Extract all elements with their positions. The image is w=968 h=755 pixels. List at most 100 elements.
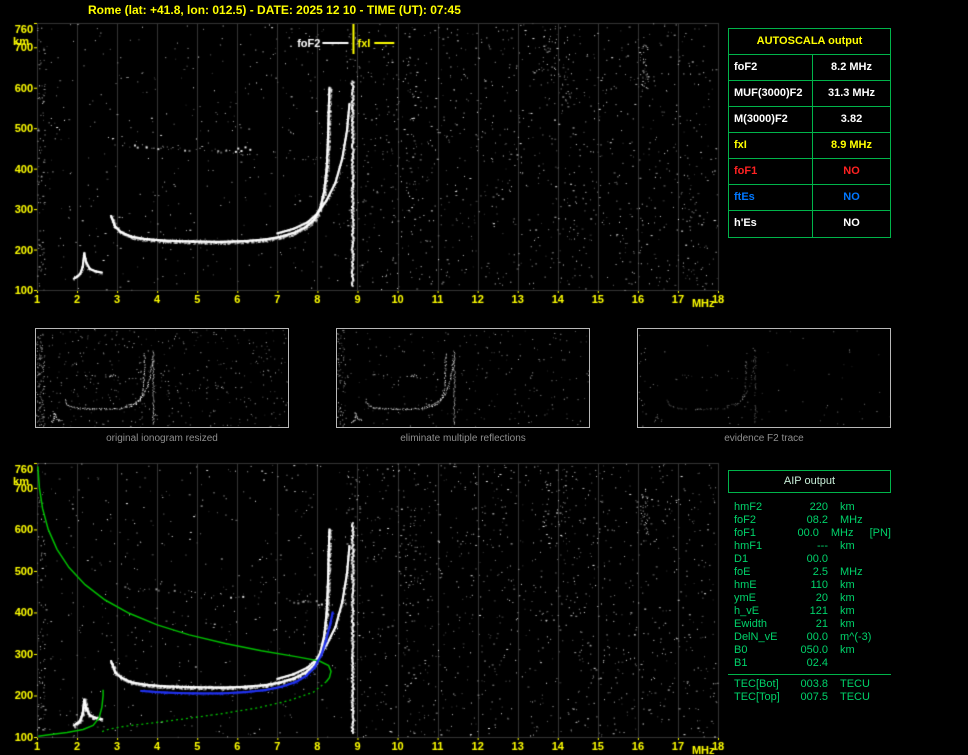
- aip-unit: MHz: [840, 566, 863, 578]
- parameter-value: NO: [843, 165, 860, 177]
- autoscala-output-table: AUTOSCALA output foF2 8.2 MHz MUF(3000)F2 3…: [728, 28, 891, 238]
- autoscala-rows: foF2 8.2 MHz MUF(3000)F2 31.3 MHz M(3000)F2 3…: [729, 55, 890, 237]
- autoscala-row: fxI 8.9 MHz: [729, 133, 890, 159]
- aip-extra: [874, 631, 891, 644]
- thumbnail-original-canvas: [36, 329, 288, 427]
- aip-row: foF1 00.0 MHz [PN]: [728, 527, 891, 540]
- aip-label: foE: [734, 566, 751, 578]
- aip-value: 003.8: [800, 678, 828, 690]
- aip-output-table: AIP output hmF2 220 km foF2 08.2 MHz foF1 00.0 M…: [728, 470, 891, 704]
- aip-value: ---: [817, 540, 828, 552]
- aip-extra: [874, 579, 891, 592]
- autoscala-row: h'Es NO: [729, 211, 890, 237]
- aip-row: TEC[Top] 007.5 TECU: [728, 691, 891, 704]
- aip-value: 220: [809, 501, 828, 513]
- aip-row: B0 050.0 km: [728, 644, 891, 657]
- aip-row: B1 02.4: [728, 657, 891, 670]
- parameter-value: NO: [843, 191, 860, 203]
- aip-label: TEC[Bot]: [734, 678, 779, 690]
- aip-row: hmF1 --- km: [728, 540, 891, 553]
- aip-unit: m^(-3): [840, 631, 872, 643]
- aip-label: TEC[Top]: [734, 691, 780, 703]
- aip-extra: [874, 553, 891, 566]
- thumbnail-evidence-canvas: [638, 329, 890, 427]
- aip-unit: TECU: [840, 691, 870, 703]
- parameter-label: h'Es: [729, 211, 813, 237]
- parameter-label: fxI: [729, 133, 813, 158]
- aip-row: D1 00.0: [728, 553, 891, 566]
- thumbnail-original-ionogram: [35, 328, 289, 428]
- aip-label: B0: [734, 644, 748, 656]
- aip-row: hmE 110 km: [728, 579, 891, 592]
- aip-extra: [PN]: [869, 527, 891, 539]
- parameter-label: foF1: [729, 159, 813, 184]
- aip-unit: km: [840, 540, 855, 552]
- aip-separator: [728, 674, 891, 675]
- parameter-value: 8.2 MHz: [831, 61, 872, 73]
- aip-value: 08.2: [806, 514, 828, 526]
- ionogram-plot-bottom: [0, 455, 728, 755]
- aip-extra: [874, 566, 891, 579]
- autoscala-row: foF2 8.2 MHz: [729, 55, 890, 81]
- aip-unit: km: [840, 579, 855, 591]
- aip-value: 110: [810, 579, 828, 591]
- aip-extra: [874, 605, 891, 618]
- aip-value: 121: [809, 605, 828, 617]
- aip-tec-rows: TEC[Bot] 003.8 TECU TEC[Top] 007.5 TECU: [728, 678, 891, 704]
- aip-label: ymE: [734, 592, 756, 604]
- parameter-label: ftEs: [729, 185, 813, 210]
- aip-extra: [874, 644, 891, 657]
- aip-row: h_vE 121 km: [728, 605, 891, 618]
- aip-row: foE 2.5 MHz: [728, 566, 891, 579]
- aip-value: 2.5: [812, 566, 828, 578]
- aip-rows: hmF2 220 km foF2 08.2 MHz foF1 00.0 MHz [PN] hmF1-…: [728, 501, 891, 670]
- ionogram-plot-top: [0, 16, 728, 316]
- autoscala-row: ftEs NO: [729, 185, 890, 211]
- aip-label: B1: [734, 657, 748, 669]
- autoscala-row: MUF(3000)F2 31.3 MHz: [729, 81, 890, 107]
- aip-unit: MHz: [830, 527, 854, 539]
- aip-unit: TECU: [840, 678, 870, 690]
- aip-extra: [874, 691, 891, 704]
- thumbnail-evidence-f2-trace: [637, 328, 891, 428]
- aip-value: 21: [815, 618, 828, 630]
- aip-unit: km: [840, 501, 855, 513]
- parameter-label: foF2: [729, 55, 813, 80]
- autoscala-row: foF1 NO: [729, 159, 890, 185]
- autoscala-window: Rome (lat: +41.8, lon: 012.5) - DATE: 20…: [0, 0, 968, 755]
- aip-value: 050.0: [800, 644, 828, 656]
- aip-label: D1: [734, 553, 749, 565]
- aip-unit: [828, 553, 874, 566]
- aip-unit: km: [840, 618, 855, 630]
- aip-row: DelN_vE 00.0 m^(-3): [728, 631, 891, 644]
- aip-extra: [874, 592, 891, 605]
- aip-label: hmF2: [734, 501, 763, 513]
- thumbnail-eliminate-reflections: [336, 328, 590, 428]
- aip-value: 00.0: [797, 527, 819, 539]
- aip-unit: km: [840, 644, 855, 656]
- aip-unit: [828, 657, 874, 670]
- aip-row: ymE 20 km: [728, 592, 891, 605]
- thumbnail-caption: eliminate multiple reflections: [400, 433, 526, 444]
- parameter-label: MUF(3000)F2: [729, 81, 813, 106]
- aip-extra: [874, 618, 891, 631]
- aip-row: hmF2 220 km: [728, 501, 891, 514]
- aip-extra: [874, 678, 891, 691]
- thumbnail-eliminate-canvas: [337, 329, 589, 427]
- parameter-label: M(3000)F2: [729, 107, 813, 132]
- aip-row: TEC[Bot] 003.8 TECU: [728, 678, 891, 691]
- aip-value: 00.0: [806, 631, 828, 643]
- aip-table-title: AIP output: [728, 470, 891, 493]
- parameter-value: 8.9 MHz: [831, 139, 872, 151]
- aip-label: foF1: [734, 527, 757, 539]
- aip-label: hmF1: [734, 540, 763, 552]
- parameter-value: 31.3 MHz: [827, 87, 876, 99]
- aip-row: foF2 08.2 MHz: [728, 514, 891, 527]
- aip-extra: [874, 657, 891, 670]
- aip-unit: km: [840, 605, 855, 617]
- autoscala-table-title: AUTOSCALA output: [729, 29, 890, 55]
- aip-extra: [874, 501, 891, 514]
- aip-extra: [874, 514, 891, 527]
- aip-label: DelN_vE: [734, 631, 778, 643]
- aip-extra: [874, 540, 891, 553]
